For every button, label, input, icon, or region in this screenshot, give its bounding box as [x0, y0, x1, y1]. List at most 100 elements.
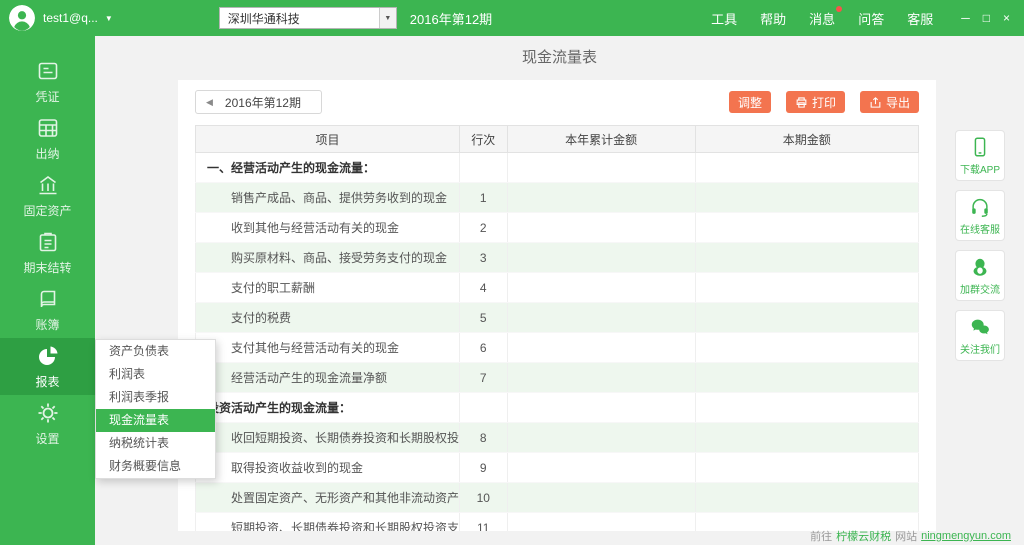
topbar-period-label: 2016年第12期: [410, 9, 492, 28]
panel-label: 在线客服: [960, 221, 1000, 236]
cell-item: 投资活动产生的现金流量：: [196, 393, 460, 423]
table-row[interactable]: 投资活动产生的现金流量：: [196, 393, 919, 423]
table-row[interactable]: 一、经营活动产生的现金流量：: [196, 153, 919, 183]
cell-ytd-amount: [507, 513, 695, 532]
sidebar-item-carryover[interactable]: 期末结转: [0, 224, 95, 281]
voucher-icon: [36, 59, 60, 83]
cell-ytd-amount: [507, 423, 695, 453]
footer-brand-link[interactable]: 柠檬云财税: [836, 528, 891, 544]
cell-line-number: 11: [459, 513, 507, 532]
submenu-item-income-quarterly[interactable]: 利润表季报: [96, 386, 215, 409]
menu-item-messages[interactable]: 消息: [809, 9, 835, 28]
panel-online-service[interactable]: 在线客服: [955, 190, 1005, 241]
cell-period-amount: [695, 153, 918, 183]
table-row[interactable]: 支付的税费5: [196, 303, 919, 333]
company-select[interactable]: 深圳华通科技 ▼: [219, 7, 397, 29]
cell-item: 购买原材料、商品、接受劳务支付的现金: [196, 243, 460, 273]
button-label: 导出: [886, 94, 910, 111]
table-row[interactable]: 处置固定资产、无形资产和其他非流动资产收回的现金净额10: [196, 483, 919, 513]
panel-follow-us[interactable]: 关注我们: [955, 310, 1005, 361]
cell-line-number: 1: [459, 183, 507, 213]
cell-item: 短期投资、长期债券投资和长期股权投资支付的现金: [196, 513, 460, 532]
submenu-item-income-statement[interactable]: 利润表: [96, 363, 215, 386]
cell-item: 支付其他与经营活动有关的现金: [196, 333, 460, 363]
username[interactable]: test1@q...: [43, 11, 98, 25]
minimize-button[interactable]: ─: [961, 12, 970, 24]
print-button[interactable]: 打印: [786, 91, 845, 113]
table-row[interactable]: 销售产成品、商品、提供劳务收到的现金1: [196, 183, 919, 213]
period-selector[interactable]: ◀ 2016年第12期: [195, 90, 322, 114]
menu-item-qa[interactable]: 问答: [858, 9, 884, 28]
cash-flow-table: 项目行次本年累计金额本期金额 一、经营活动产生的现金流量：销售产成品、商品、提供…: [195, 125, 919, 531]
cell-period-amount: [695, 183, 918, 213]
user-avatar[interactable]: [9, 5, 35, 31]
app-window: test1@q... ▼ 深圳华通科技 ▼ 2016年第12期 工具 帮助 消息 问答…: [0, 0, 1024, 545]
sidebar-item-books[interactable]: 账簿: [0, 281, 95, 338]
menu-item-label: 客服: [907, 12, 933, 27]
table-row[interactable]: 购买原材料、商品、接受劳务支付的现金3: [196, 243, 919, 273]
panel-label: 关注我们: [960, 341, 1000, 356]
export-button[interactable]: 导出: [860, 91, 919, 113]
report-card: ◀ 2016年第12期 调整打印 导出 项目行次本年累计金额本期金额 一、经营活动…: [178, 80, 936, 531]
sidebar-item-fixed-assets[interactable]: 固定资产: [0, 167, 95, 224]
download-app-icon: [969, 136, 991, 158]
table-body: 一、经营活动产生的现金流量：销售产成品、商品、提供劳务收到的现金1收到其他与经营…: [196, 153, 919, 532]
maximize-button[interactable]: □: [983, 12, 990, 24]
cell-period-amount: [695, 483, 918, 513]
cell-period-amount: [695, 243, 918, 273]
column-header: 项目: [196, 126, 460, 153]
window-controls: ─ □ ×: [961, 12, 1010, 24]
submenu-item-tax-stats[interactable]: 纳税统计表: [96, 432, 215, 455]
cell-line-number: 9: [459, 453, 507, 483]
cell-ytd-amount: [507, 333, 695, 363]
sidebar-item-label: 出纳: [35, 145, 59, 162]
footer-site-label: 网站: [895, 528, 917, 544]
menu-item-tools[interactable]: 工具: [711, 9, 737, 28]
menu-item-help[interactable]: 帮助: [760, 9, 786, 28]
toolbar: ◀ 2016年第12期 调整打印 导出: [195, 90, 919, 114]
sidebar-item-reports[interactable]: 报表: [0, 338, 95, 395]
cell-period-amount: [695, 393, 918, 423]
sidebar-item-settings[interactable]: 设置: [0, 395, 95, 452]
cell-ytd-amount: [507, 273, 695, 303]
sidebar-item-label: 设置: [35, 430, 59, 447]
chevron-down-icon[interactable]: ▼: [105, 14, 113, 23]
submenu-item-cash-flow[interactable]: 现金流量表: [96, 409, 215, 432]
table-row[interactable]: 取得投资收益收到的现金9: [196, 453, 919, 483]
menu-item-service[interactable]: 客服: [907, 9, 933, 28]
page-title: 现金流量表: [95, 46, 1024, 67]
panel-join-group[interactable]: 加群交流: [955, 250, 1005, 301]
table-row[interactable]: 经营活动产生的现金流量净额7: [196, 363, 919, 393]
table-row[interactable]: 支付其他与经营活动有关的现金6: [196, 333, 919, 363]
sidebar-item-voucher[interactable]: 凭证: [0, 53, 95, 110]
sidebar-item-label: 账簿: [35, 316, 59, 333]
footer: 前往 柠檬云财税 网站 ningmengyun.com: [810, 528, 1011, 544]
menu-item-label: 消息: [809, 12, 835, 27]
adjust-button[interactable]: 调整: [729, 91, 771, 113]
print-icon: [795, 96, 808, 109]
topbar-menu: 工具 帮助 消息 问答 客服: [711, 9, 933, 28]
cell-line-number: 4: [459, 273, 507, 303]
panel-label: 下载APP: [960, 161, 1000, 176]
panel-download-app[interactable]: 下载APP: [955, 130, 1005, 181]
table-row[interactable]: 支付的职工薪酬4: [196, 273, 919, 303]
table-row[interactable]: 收回短期投资、长期债券投资和长期股权投资收到的现金8: [196, 423, 919, 453]
prev-period-icon[interactable]: ◀: [206, 97, 213, 108]
cell-item: 取得投资收益收到的现金: [196, 453, 460, 483]
sidebar-item-label: 期末结转: [23, 259, 71, 276]
table-row[interactable]: 收到其他与经营活动有关的现金2: [196, 213, 919, 243]
menu-item-label: 工具: [711, 12, 737, 27]
sidebar-item-label: 固定资产: [23, 202, 71, 219]
close-button[interactable]: ×: [1003, 12, 1010, 24]
sidebar-item-cashier[interactable]: 出纳: [0, 110, 95, 167]
cell-period-amount: [695, 273, 918, 303]
cell-line-number: [459, 153, 507, 183]
sidebar-item-label: 凭证: [35, 88, 59, 105]
submenu-item-balance-sheet[interactable]: 资产负债表: [96, 340, 215, 363]
submenu-item-finance-summary[interactable]: 财务概要信息: [96, 455, 215, 478]
footer-site-link[interactable]: ningmengyun.com: [921, 530, 1011, 542]
cell-period-amount: [695, 303, 918, 333]
reports-icon: [36, 344, 60, 368]
company-select-value: 深圳华通科技: [228, 10, 300, 27]
cell-ytd-amount: [507, 303, 695, 333]
